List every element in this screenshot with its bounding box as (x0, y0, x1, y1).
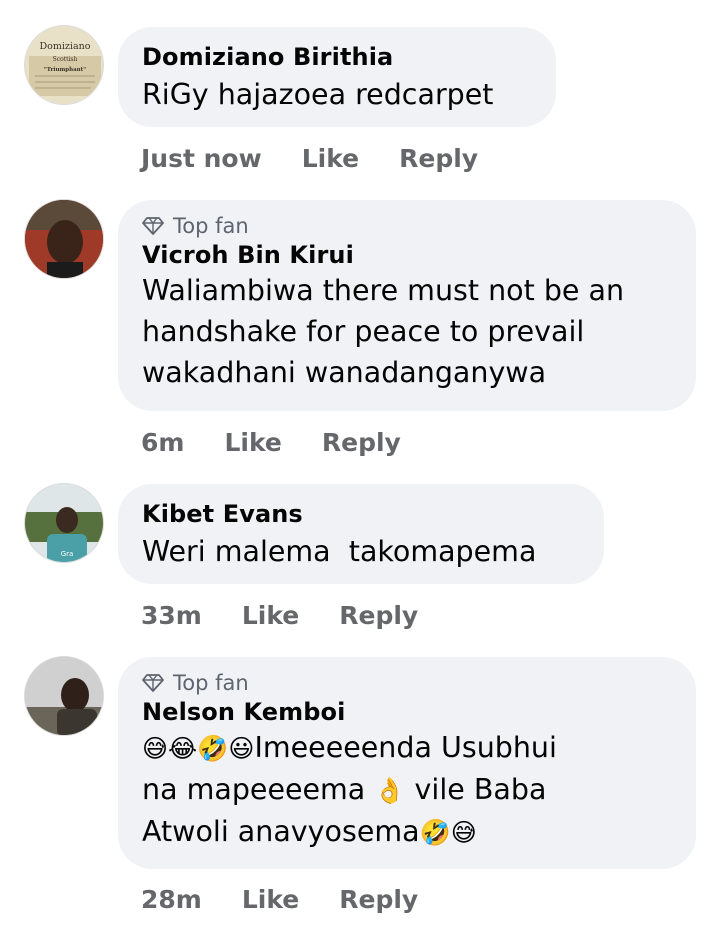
comment-text-line: Atwoli anavyosema🤣😅 (142, 811, 672, 853)
comment-text-line: wakadhani wanadanganywa (142, 356, 547, 389)
comment-actions: 6m Like Reply (141, 425, 441, 459)
avatar-photo (25, 200, 103, 278)
comment-bubble: Domiziano Birithia RiGy hajazoea redcarp… (118, 27, 556, 127)
top-fan-badge: Top fan (142, 212, 672, 240)
timestamp[interactable]: 28m (141, 885, 202, 914)
comment-bubble: Top fan Nelson Kemboi 😅😂🤣😃Imeeeeenda Usu… (118, 657, 696, 869)
svg-text:Gra: Gra (61, 550, 74, 558)
laughing-emoji-group: 🤣😅 (419, 818, 477, 847)
avatar[interactable]: Domiziano Scottish "Triumphant" (24, 25, 104, 105)
comment-bubble: Kibet Evans Weri malema takomapema (118, 484, 604, 584)
avatar-book-cover-image: Domiziano Scottish "Triumphant" (25, 26, 103, 104)
author-name[interactable]: Vicroh Bin Kirui (142, 240, 672, 270)
diamond-icon (142, 217, 164, 235)
comment-text: Atwoli anavyosema (142, 815, 420, 848)
avatar[interactable] (24, 656, 104, 736)
comment-actions: Just now Like Reply (141, 141, 518, 175)
badge-label: Top fan (173, 214, 249, 238)
diamond-icon (142, 674, 164, 692)
comment-text: vile Baba (405, 773, 547, 806)
svg-text:"Triumphant": "Triumphant" (44, 67, 86, 73)
avatar-photo (25, 657, 103, 735)
comment-text: RiGy hajazoea redcarpet (142, 78, 494, 111)
timestamp[interactable]: 6m (141, 428, 184, 457)
comment-text: na mapeeeema (142, 773, 366, 806)
author-name[interactable]: Kibet Evans (142, 499, 580, 529)
timestamp[interactable]: 33m (141, 601, 202, 630)
svg-text:Scottish: Scottish (53, 56, 78, 63)
reply-button[interactable]: Reply (339, 601, 418, 630)
reply-button[interactable]: Reply (339, 885, 418, 914)
like-button[interactable]: Like (302, 144, 359, 173)
avatar[interactable]: Gra (24, 483, 104, 563)
like-button[interactable]: Like (224, 428, 281, 457)
comment-text: Imeeeeenda Usubhui (254, 731, 557, 764)
comment-text-line: na mapeeeema 👌 vile Baba (142, 769, 672, 811)
svg-text:Domiziano: Domiziano (40, 41, 91, 52)
like-button[interactable]: Like (242, 601, 299, 630)
top-fan-badge: Top fan (142, 669, 672, 697)
ok-hand-emoji: 👌 (374, 776, 406, 805)
avatar-photo: Gra (25, 484, 103, 562)
like-button[interactable]: Like (242, 885, 299, 914)
comment-text-line: Waliambiwa there must not be an (142, 274, 625, 307)
reply-button[interactable]: Reply (322, 428, 401, 457)
comment-text-line: handshake for peace to prevail (142, 315, 585, 348)
timestamp[interactable]: Just now (141, 144, 262, 173)
comment-actions: 28m Like Reply (141, 882, 458, 916)
comment-text-line: 😅😂🤣😃Imeeeeenda Usubhui (142, 727, 672, 769)
comment-actions: 33m Like Reply (141, 598, 458, 632)
laughing-emoji-group: 😅😂🤣😃 (142, 734, 255, 763)
comment-bubble: Top fan Vicroh Bin Kirui Waliambiwa ther… (118, 200, 696, 411)
comment-text: Weri malema takomapema (142, 535, 537, 568)
author-name[interactable]: Domiziano Birithia (142, 42, 532, 72)
avatar[interactable] (24, 199, 104, 279)
reply-button[interactable]: Reply (399, 144, 478, 173)
badge-label: Top fan (173, 671, 249, 695)
author-name[interactable]: Nelson Kemboi (142, 697, 672, 727)
